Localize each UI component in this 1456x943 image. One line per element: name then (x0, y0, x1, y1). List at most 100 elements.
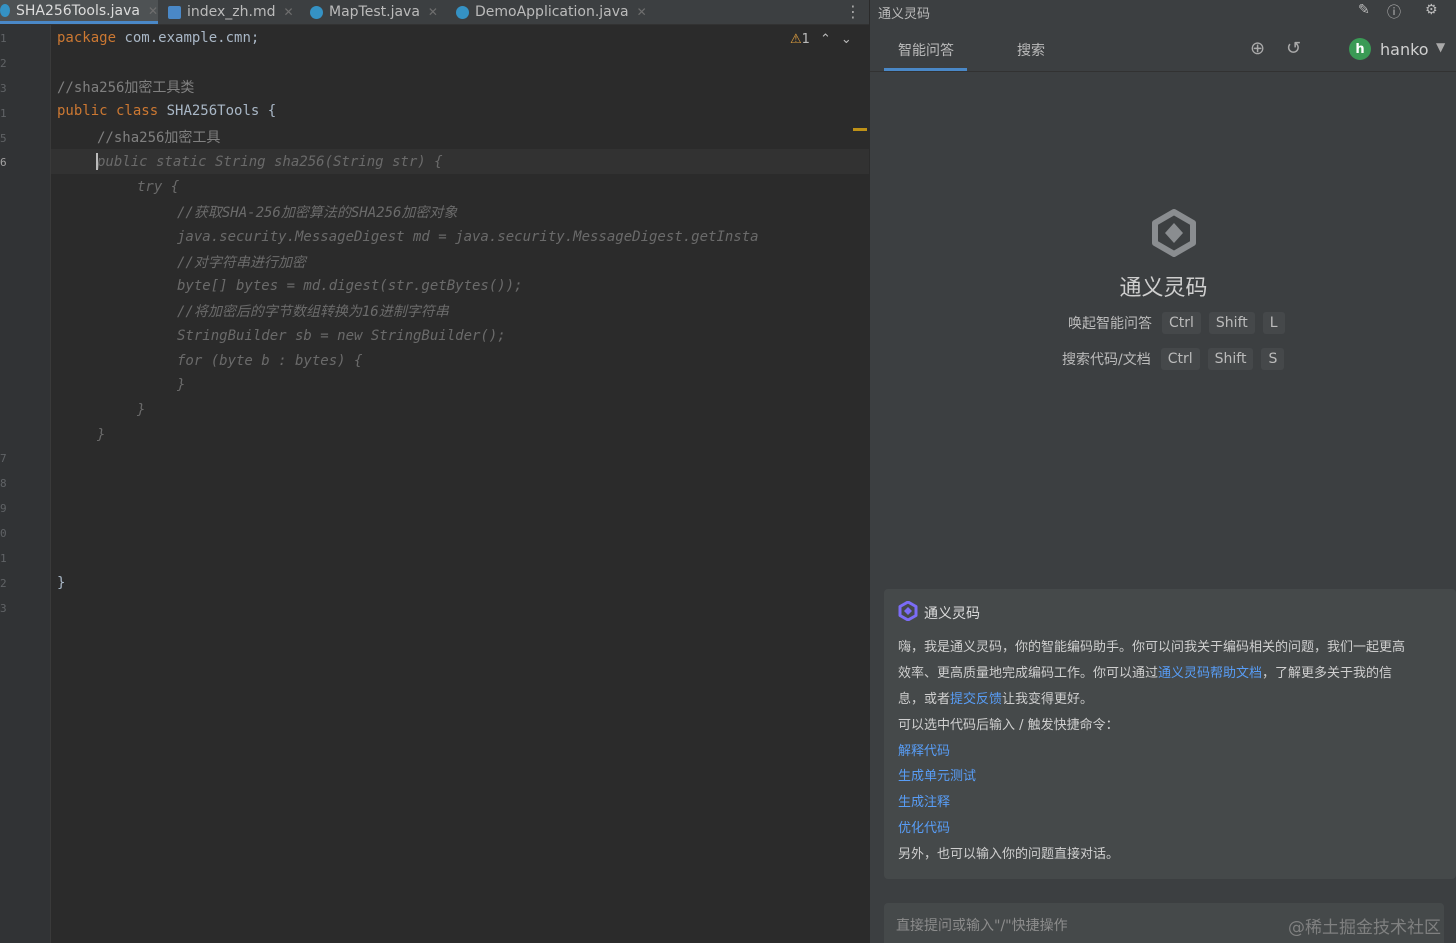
tab-sha256tools[interactable]: SHA256Tools.java ✕ (0, 0, 158, 24)
username[interactable]: hanko (1380, 40, 1429, 59)
key-badge: Shift (1207, 348, 1254, 370)
line-number-gutter: 1 2 3 1 5 6 7 8 9 0 1 2 3 (0, 25, 51, 943)
shortcut-label: 搜索代码/文档 (1062, 352, 1151, 368)
ghost-suggestion[interactable]: } (137, 402, 145, 418)
editor-pane: SHA256Tools.java ✕ index_zh.md ✕ MapTest… (0, 0, 869, 943)
ghost-suggestion[interactable]: //对字符串进行加密 (177, 252, 306, 272)
watermark: @稀土掘金技术社区 (1288, 918, 1441, 938)
keyword: public class (57, 103, 159, 119)
next-highlight-icon[interactable]: ⌄ (841, 32, 852, 47)
active-tab-indicator (884, 68, 967, 71)
command-generate-comment[interactable]: 生成注释 (898, 791, 950, 810)
key-badge: Shift (1208, 312, 1255, 334)
card-title: 通义灵码 (924, 606, 980, 622)
tab-search[interactable]: 搜索 (1017, 40, 1045, 60)
key-badge: S (1261, 348, 1285, 370)
line-number: 0 (0, 527, 7, 540)
text-span: 效率、更高质量地完成编码工作。你可以通过 (898, 666, 1159, 681)
tab-index-zh[interactable]: index_zh.md ✕ (168, 0, 294, 24)
message-text: 效率、更高质量地完成编码工作。你可以通过通义灵码帮助文档，了解更多关于我的信 (898, 662, 1392, 681)
ghost-suggestion[interactable]: java.security.MessageDigest md = java.se… (177, 229, 759, 245)
ghost-suggestion[interactable]: } (97, 427, 105, 443)
code-comment[interactable]: //sha256加密工具类 (57, 77, 194, 97)
command-explain-code[interactable]: 解释代码 (898, 740, 950, 759)
line-number: 1 (0, 107, 7, 120)
help-docs-link[interactable]: 通义灵码帮助文档 (1158, 666, 1262, 681)
warning-icon: ⚠ (790, 32, 802, 47)
line-number: 5 (0, 132, 7, 145)
lingma-logo-icon (898, 601, 918, 621)
line-number: 1 (0, 552, 7, 565)
inspection-widget[interactable]: ⚠1 ⌃ ⌄ (790, 32, 852, 47)
line-number: 2 (0, 577, 7, 590)
ghost-suggestion[interactable]: //将加密后的字节数组转换为16进制字符串 (177, 301, 449, 321)
code-text: com.example.cmn; (116, 30, 260, 46)
tab-demoapplication[interactable]: DemoApplication.java ✕ (456, 0, 647, 24)
message-text: 息，或者提交反馈让我变得更好。 (898, 688, 1093, 707)
command-generate-unit-test[interactable]: 生成单元测试 (898, 765, 976, 784)
java-class-icon (310, 5, 323, 19)
ghost-suggestion[interactable]: public static String sha256(String str) … (97, 154, 443, 170)
key-badge: Ctrl (1162, 312, 1201, 334)
edit-icon[interactable]: ✎ (1358, 2, 1370, 18)
java-class-icon (0, 4, 10, 17)
line-number: 7 (0, 452, 7, 465)
line-number: 9 (0, 502, 7, 515)
line-number: 8 (0, 477, 7, 490)
gear-icon[interactable]: ⚙ (1425, 2, 1438, 18)
close-icon[interactable]: ✕ (148, 4, 158, 18)
new-chat-icon[interactable]: ⊕ (1250, 38, 1265, 59)
tab-label: DemoApplication.java (475, 4, 629, 20)
code-line[interactable]: public class SHA256Tools { (57, 103, 276, 119)
ghost-suggestion[interactable]: } (177, 377, 185, 393)
line-number: 1 (0, 32, 7, 45)
avatar[interactable]: h (1349, 38, 1371, 60)
brand-name: 通义灵码 (1119, 276, 1208, 301)
close-icon[interactable]: ✕ (637, 5, 647, 19)
text-span: ，了解更多关于我的信 (1262, 666, 1393, 681)
previous-highlight-icon[interactable]: ⌃ (820, 32, 831, 47)
ghost-suggestion[interactable]: try { (137, 179, 179, 195)
line-number: 2 (0, 57, 7, 70)
tab-label: MapTest.java (329, 4, 420, 20)
ghost-suggestion[interactable]: //获取SHA-256加密算法的SHA256加密对象 (177, 202, 457, 222)
java-class-icon (456, 5, 469, 19)
editor-tab-bar: SHA256Tools.java ✕ index_zh.md ✕ MapTest… (0, 0, 869, 25)
welcome-message-card: 通义灵码 嗨，我是通义灵码，你的智能编码助手。你可以问我关于编码相关的问题，我们… (884, 589, 1456, 879)
tab-maptest[interactable]: MapTest.java ✕ (310, 0, 438, 24)
close-icon[interactable]: ✕ (428, 5, 438, 19)
lingma-logo-icon (1152, 209, 1196, 257)
message-text: 可以选中代码后输入 / 触发快捷命令： (898, 718, 1119, 733)
code-line[interactable]: package com.example.cmn; (57, 30, 259, 46)
tab-label: SHA256Tools.java (15, 2, 140, 19)
ghost-suggestion[interactable]: for (byte b : bytes) { (177, 353, 362, 369)
feedback-link[interactable]: 提交反馈 (950, 692, 1002, 707)
text-caret (96, 153, 98, 170)
tongyi-lingma-panel: 通义灵码 ✎ ⓘ ⚙ 智能问答 搜索 ⊕ ↺ h hanko ▼ 通义灵码 唤起… (869, 0, 1456, 943)
more-tabs-icon[interactable]: ⋮ (845, 2, 861, 21)
key-badge: Ctrl (1160, 348, 1200, 370)
tab-smart-qa[interactable]: 智能问答 (898, 40, 954, 60)
help-icon[interactable]: ⓘ (1387, 2, 1401, 22)
message-text: 嗨，我是通义灵码，你的智能编码助手。你可以问我关于编码相关的问题，我们一起更高 (898, 640, 1406, 655)
history-icon[interactable]: ↺ (1286, 38, 1301, 59)
line-number: 3 (0, 602, 7, 615)
ghost-suggestion[interactable]: StringBuilder sb = new StringBuilder(); (177, 328, 506, 344)
ghost-suggestion[interactable]: byte[] bytes = md.digest(str.getBytes())… (177, 278, 523, 294)
panel-title: 通义灵码 (878, 7, 931, 22)
tab-label: index_zh.md (187, 4, 276, 20)
chevron-down-icon[interactable]: ▼ (1436, 40, 1445, 54)
keyword: package (57, 30, 117, 46)
close-icon[interactable]: ✕ (284, 5, 294, 19)
shortcut-label: 唤起智能问答 (1068, 316, 1152, 332)
line-number: 6 (0, 156, 7, 169)
code-line[interactable]: } (57, 575, 65, 591)
warning-stripe-marker[interactable] (853, 128, 867, 131)
text-span: 让我变得更好。 (1002, 692, 1094, 707)
code-text: SHA256Tools { (158, 103, 277, 119)
line-number: 3 (0, 82, 7, 95)
code-comment[interactable]: //sha256加密工具 (97, 127, 220, 147)
message-text: 另外，也可以输入你的问题直接对话。 (898, 847, 1120, 862)
command-optimize-code[interactable]: 优化代码 (898, 817, 950, 836)
warning-count: 1 (801, 32, 810, 47)
